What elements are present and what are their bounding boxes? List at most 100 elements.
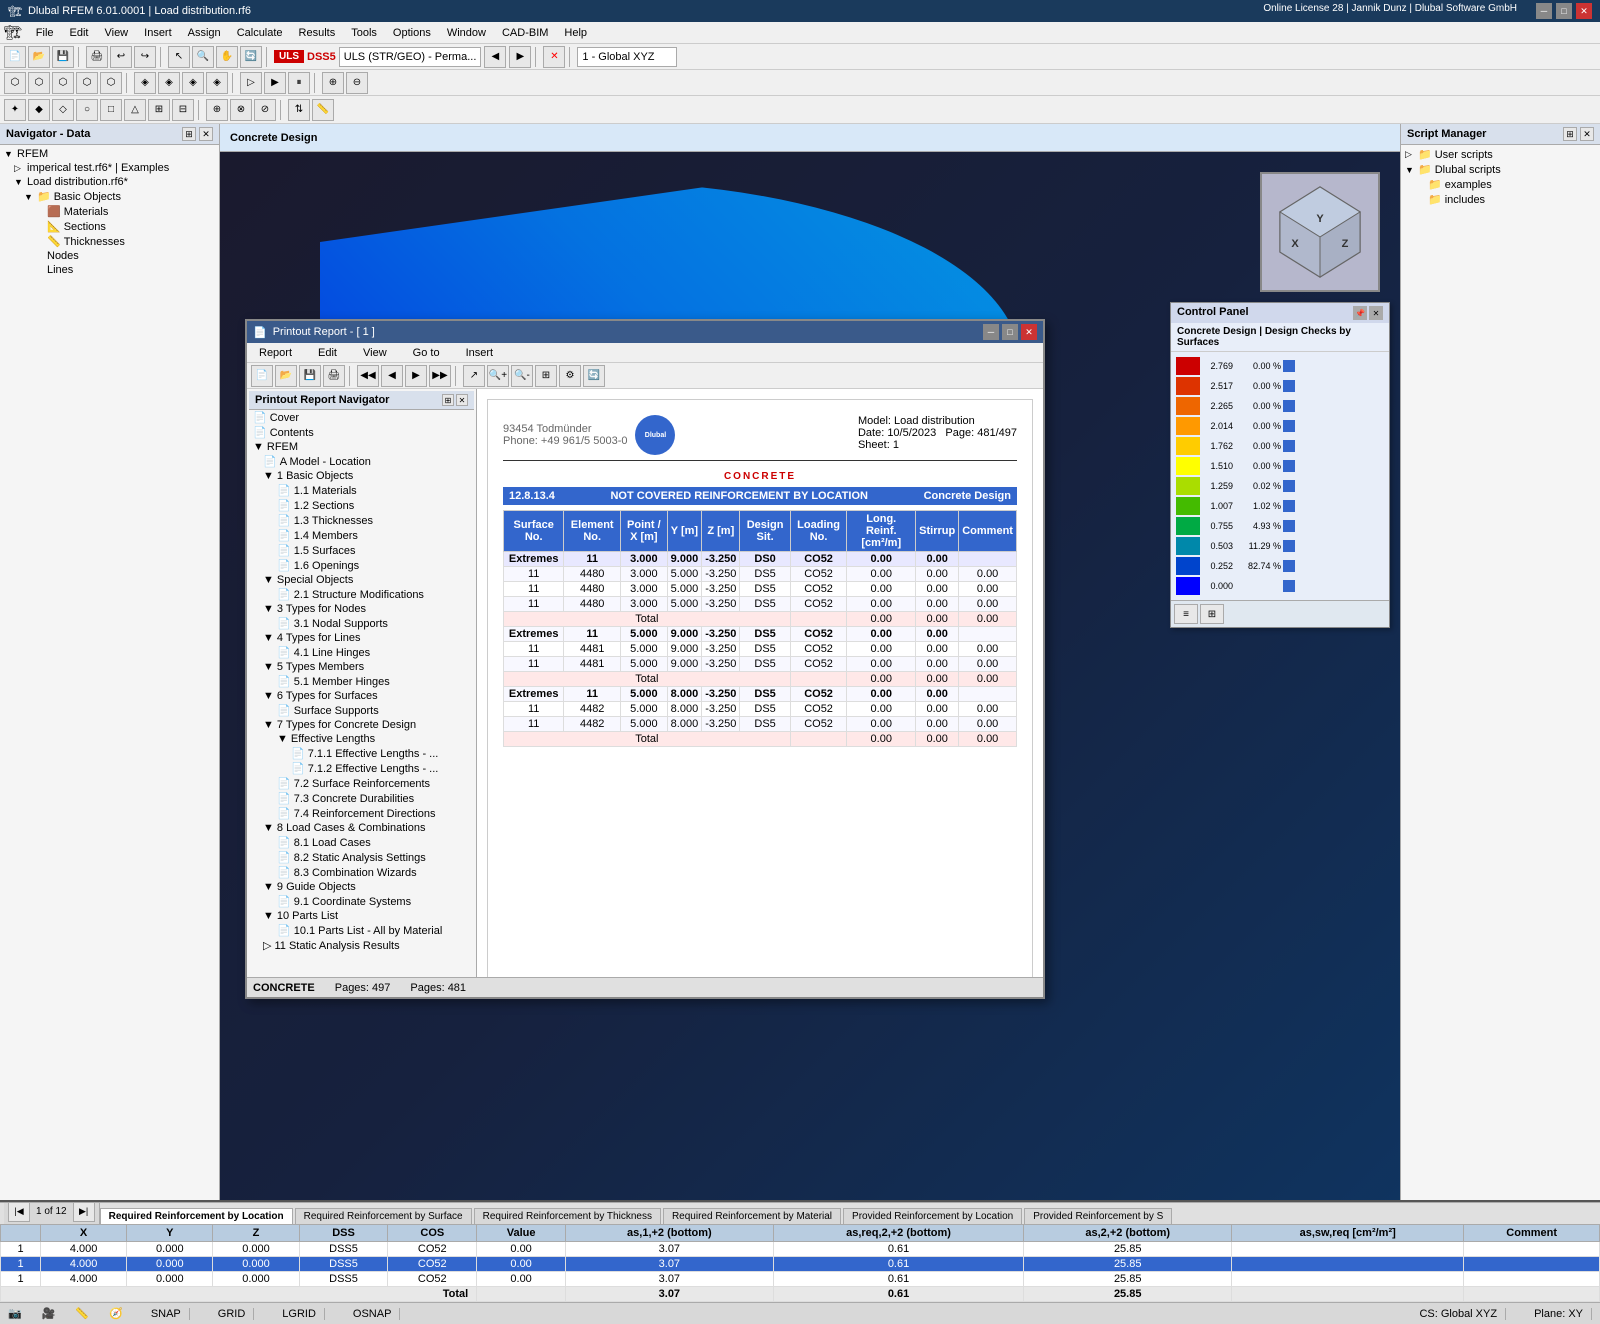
tool-7[interactable]: ⊞ — [148, 99, 170, 121]
menu-insert[interactable]: Insert — [136, 25, 180, 41]
pw-tb-save[interactable]: 💾 — [299, 365, 321, 387]
tool-1[interactable]: ✦ — [4, 99, 26, 121]
tool-9[interactable]: ⊕ — [206, 99, 228, 121]
pw-nav-711[interactable]: 📄 7.1.1 Effective Lengths - ... — [249, 746, 474, 761]
pw-nav-close[interactable]: ✕ — [456, 394, 468, 406]
minimize-button[interactable]: ─ — [1536, 3, 1552, 19]
pw-menu-edit[interactable]: Edit — [310, 345, 345, 361]
nav-close[interactable]: ✕ — [199, 127, 213, 141]
tool-arrows[interactable]: ⇅ — [288, 99, 310, 121]
pw-tb-prev[interactable]: ◀◀ — [357, 365, 379, 387]
pw-nav-3types[interactable]: ▼ 3 Types for Nodes — [249, 602, 474, 616]
pw-menu-report[interactable]: Report — [251, 345, 300, 361]
pw-nav-rfem[interactable]: ▼ RFEM — [249, 440, 474, 454]
tool-4[interactable]: ○ — [76, 99, 98, 121]
menu-window[interactable]: Window — [439, 25, 494, 41]
pw-nav-7concrete[interactable]: ▼ 7 Types for Concrete Design — [249, 718, 474, 732]
menu-cadbim[interactable]: CAD-BIM — [494, 25, 556, 41]
pw-nav-51[interactable]: 📄 5.1 Member Hinges — [249, 674, 474, 689]
pw-nav-cover[interactable]: 📄 Cover — [249, 410, 474, 425]
pw-nav-10parts[interactable]: ▼ 10 Parts List — [249, 909, 474, 923]
pw-tb-forward[interactable]: ▶ — [405, 365, 427, 387]
close-button[interactable]: ✕ — [1576, 3, 1592, 19]
pw-nav-8load[interactable]: ▼ 8 Load Cases & Combinations — [249, 821, 474, 835]
tb2-1[interactable]: ⬡ — [4, 72, 26, 94]
menu-edit[interactable]: Edit — [62, 25, 97, 41]
pw-nav-81[interactable]: 📄 8.1 Load Cases — [249, 835, 474, 850]
tb2-6[interactable]: ◈ — [134, 72, 156, 94]
sm-dlubal-scripts[interactable]: ▼ 📁 Dlubal scripts — [1401, 162, 1600, 177]
next-combo[interactable]: ▶ — [509, 46, 531, 68]
status-grid[interactable]: GRID — [210, 1308, 255, 1320]
pw-maximize[interactable]: □ — [1002, 324, 1018, 340]
tb-stop[interactable]: ✕ — [543, 46, 565, 68]
pw-nav-101[interactable]: 📄 10.1 Parts List - All by Material — [249, 923, 474, 938]
tab-required-by-material[interactable]: Required Reinforcement by Material — [663, 1208, 841, 1224]
pw-nav-41[interactable]: 📄 4.1 Line Hinges — [249, 645, 474, 660]
pw-nav-61[interactable]: 📄 Surface Supports — [249, 703, 474, 718]
pw-tb-next[interactable]: ▶▶ — [429, 365, 451, 387]
tree-rfem[interactable]: ▼ RFEM — [0, 147, 219, 161]
pw-tb-print[interactable]: 🖨 — [323, 365, 345, 387]
pw-nav-2spec[interactable]: ▼ Special Objects — [249, 573, 474, 587]
tool-5[interactable]: □ — [100, 99, 122, 121]
pw-nav-83[interactable]: 📄 8.3 Combination Wizards — [249, 865, 474, 880]
tool-3[interactable]: ◇ — [52, 99, 74, 121]
tb2-13[interactable]: ⊕ — [322, 72, 344, 94]
pw-nav-6surf[interactable]: ▼ 6 Types for Surfaces — [249, 689, 474, 703]
pw-nav-14[interactable]: 📄 1.4 Members — [249, 528, 474, 543]
pw-menu-goto[interactable]: Go to — [405, 345, 448, 361]
tool-2[interactable]: ◆ — [28, 99, 50, 121]
pw-nav-15[interactable]: 📄 1.5 Surfaces — [249, 543, 474, 558]
tb2-4[interactable]: ⬡ — [76, 72, 98, 94]
tb-print[interactable]: 🖨 — [86, 46, 108, 68]
tab-provided-by-surface[interactable]: Provided Reinforcement by S — [1024, 1208, 1172, 1224]
pw-nav-5members[interactable]: ▼ 5 Types Members — [249, 660, 474, 674]
bt-first[interactable]: |◀ — [8, 1202, 30, 1222]
view-combo[interactable]: 1 - Global XYZ — [577, 47, 677, 67]
pw-nav-712[interactable]: 📄 7.1.2 Effective Lengths - ... — [249, 761, 474, 776]
maximize-button[interactable]: □ — [1556, 3, 1572, 19]
menu-options[interactable]: Options — [385, 25, 439, 41]
tab-provided-by-location[interactable]: Provided Reinforcement by Location — [843, 1208, 1022, 1224]
combo-text[interactable]: ULS (STR/GEO) - Perma... — [339, 47, 482, 67]
tool-10[interactable]: ⊗ — [230, 99, 252, 121]
pw-tb-zoom-in[interactable]: 🔍+ — [487, 365, 509, 387]
tree-materials[interactable]: 🟫 Materials — [0, 204, 219, 219]
tb2-9[interactable]: ◈ — [206, 72, 228, 94]
pw-menu-view[interactable]: View — [355, 345, 395, 361]
tab-required-by-thickness[interactable]: Required Reinforcement by Thickness — [474, 1208, 661, 1224]
menu-results[interactable]: Results — [291, 25, 344, 41]
tb2-2[interactable]: ⬡ — [28, 72, 50, 94]
tree-file2[interactable]: ▼ Load distribution.rf6* — [0, 175, 219, 189]
tb-save[interactable]: 💾 — [52, 46, 74, 68]
tb2-11[interactable]: ▶ — [264, 72, 286, 94]
pw-tb-back[interactable]: ◀ — [381, 365, 403, 387]
tb2-14[interactable]: ⊖ — [346, 72, 368, 94]
pw-nav-11[interactable]: 📄 1.1 Materials — [249, 483, 474, 498]
cp-tb1[interactable]: ≡ — [1174, 604, 1198, 624]
nav-undock[interactable]: ⊞ — [182, 127, 196, 141]
tool-6[interactable]: △ — [124, 99, 146, 121]
tb2-12[interactable]: ⏸ — [288, 72, 310, 94]
tree-lines[interactable]: Lines — [0, 263, 219, 277]
tb2-5[interactable]: ⬡ — [100, 72, 122, 94]
status-lgrid[interactable]: LGRID — [274, 1308, 325, 1320]
pw-nav-13[interactable]: 📄 1.3 Thicknesses — [249, 513, 474, 528]
pw-minimize[interactable]: ─ — [983, 324, 999, 340]
prev-combo[interactable]: ◀ — [484, 46, 506, 68]
tb-undo[interactable]: ↩ — [110, 46, 132, 68]
tree-basic-objects[interactable]: ▼ 📁 Basic Objects — [0, 189, 219, 204]
tb2-3[interactable]: ⬡ — [52, 72, 74, 94]
pw-menu-insert[interactable]: Insert — [458, 345, 502, 361]
menu-help[interactable]: Help — [556, 25, 595, 41]
menu-tools[interactable]: Tools — [343, 25, 385, 41]
tool-11[interactable]: ⊘ — [254, 99, 276, 121]
pw-nav-undock[interactable]: ⊞ — [442, 394, 454, 406]
sm-undock[interactable]: ⊞ — [1563, 127, 1577, 141]
pw-tb-options[interactable]: ⚙ — [559, 365, 581, 387]
tool-measure[interactable]: 📏 — [312, 99, 334, 121]
pw-tb-export[interactable]: ↗ — [463, 365, 485, 387]
tree-sections[interactable]: 📐 Sections — [0, 219, 219, 234]
pw-nav-9guide[interactable]: ▼ 9 Guide Objects — [249, 880, 474, 894]
